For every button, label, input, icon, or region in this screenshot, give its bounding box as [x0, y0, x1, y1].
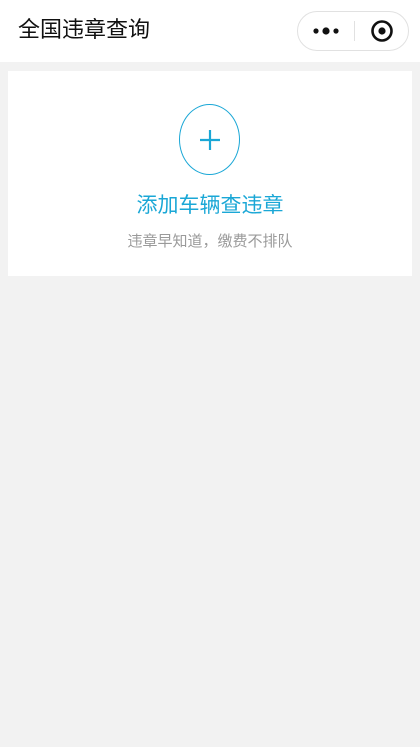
- mini-program-capsule: [297, 11, 409, 51]
- page-title: 全国违章查询: [18, 18, 151, 43]
- add-vehicle-subtitle: 违章早知道，缴费不排队: [127, 232, 293, 250]
- plus-icon: [199, 129, 220, 150]
- add-vehicle-button[interactable]: [179, 104, 240, 175]
- close-mini-program-button[interactable]: [355, 12, 409, 50]
- add-vehicle-card: 添加车辆查违章 违章早知道，缴费不排队: [8, 71, 412, 276]
- add-vehicle-label[interactable]: 添加车辆查违章: [8, 189, 412, 221]
- top-navigation-bar: 全国违章查询: [0, 0, 420, 62]
- more-button[interactable]: [298, 12, 354, 50]
- mini-program-close-icon: [371, 20, 393, 42]
- more-dots-icon: [313, 27, 339, 35]
